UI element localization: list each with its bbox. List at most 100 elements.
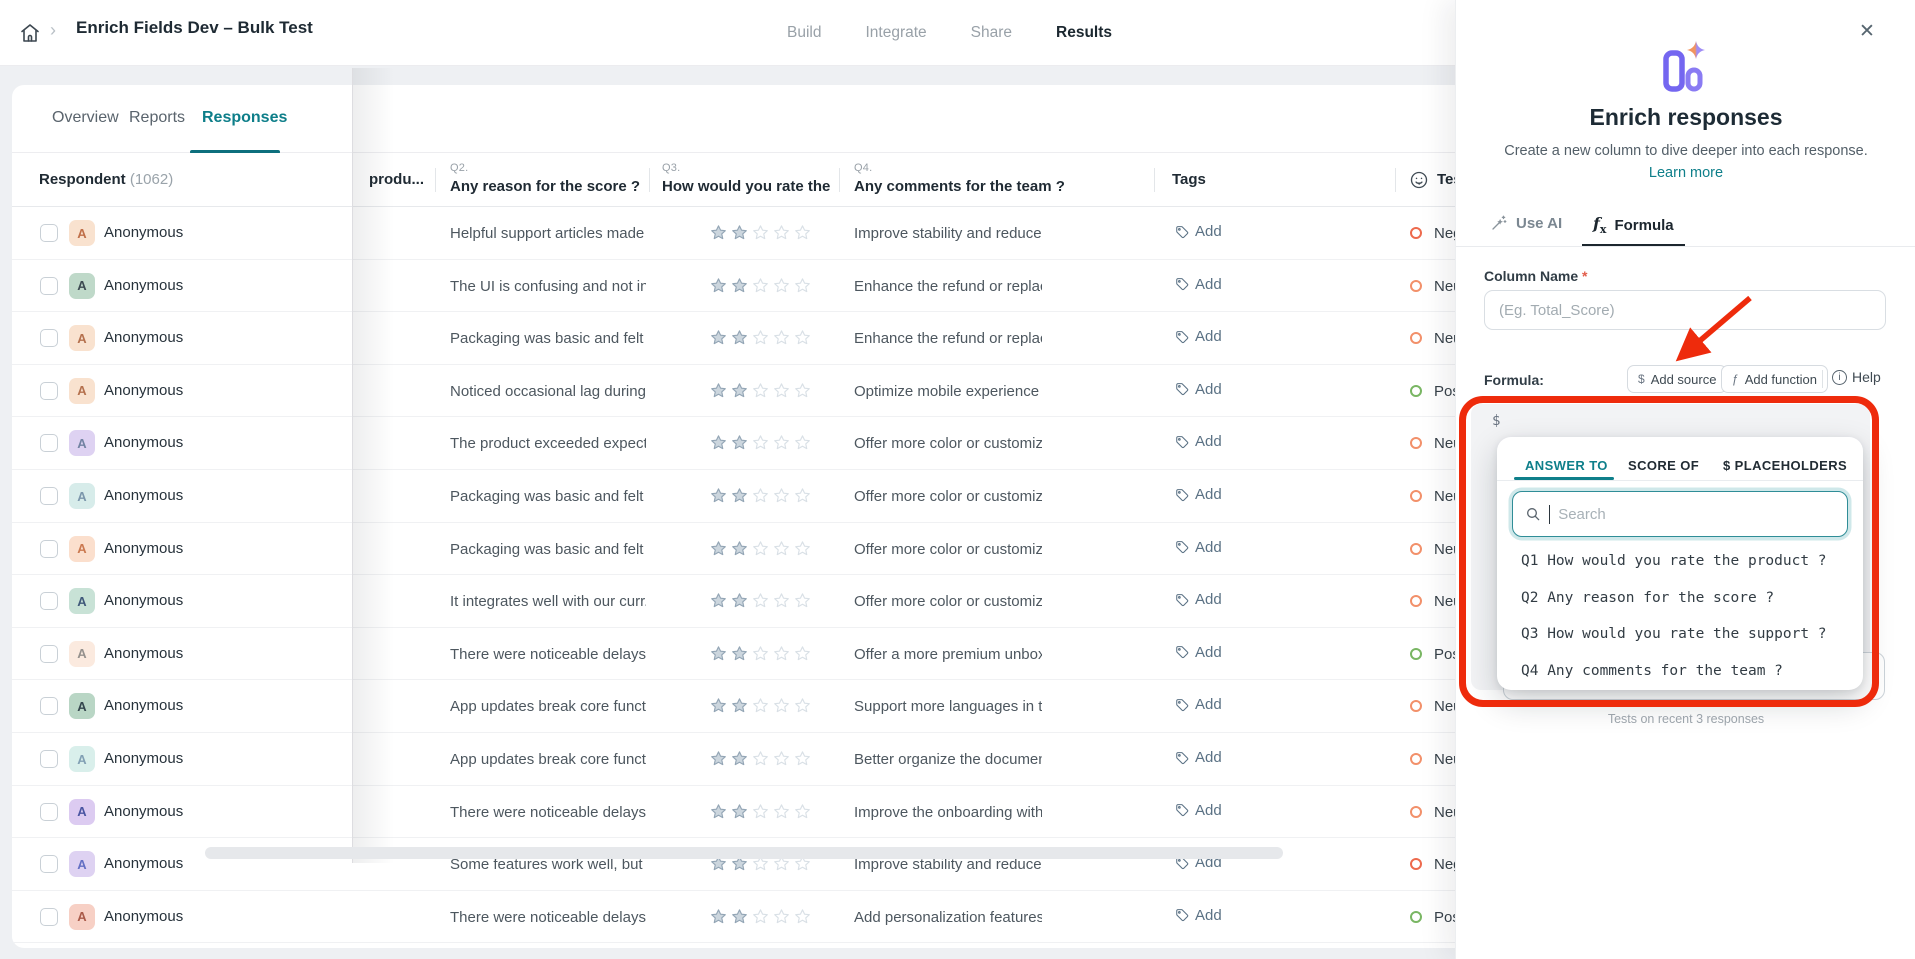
tab-formula[interactable]: fx Formula	[1593, 214, 1674, 236]
q2-answer-cell[interactable]: Noticed occasional lag during ...	[450, 383, 646, 400]
respondent-name[interactable]: Anonymous	[104, 224, 183, 241]
respondent-name[interactable]: Anonymous	[104, 750, 183, 767]
star-icon	[753, 698, 768, 713]
nav-share[interactable]: Share	[971, 24, 1012, 42]
row-checkbox[interactable]	[40, 644, 58, 663]
q2-answer-cell[interactable]: Helpful support articles made ...	[450, 225, 646, 242]
add-function-button[interactable]: ƒ Add function	[1721, 365, 1828, 393]
row-checkbox[interactable]	[40, 539, 58, 558]
q2-answer-cell[interactable]: Packaging was basic and felt u...	[450, 488, 646, 505]
respondent-name[interactable]: Anonymous	[104, 329, 183, 346]
q2-answer-cell[interactable]: App updates break core functi...	[450, 751, 646, 768]
row-checkbox[interactable]	[40, 697, 58, 716]
q4-answer-cell[interactable]: Offer a more premium unboxin...	[854, 646, 1042, 663]
q2-answer-cell[interactable]: Packaging was basic and felt u...	[450, 330, 646, 347]
respondent-name[interactable]: Anonymous	[104, 382, 183, 399]
q2-answer-cell[interactable]: There were noticeable delays ...	[450, 646, 646, 663]
dropdown-item[interactable]: Q3 How would you rate the support ?	[1521, 626, 1827, 642]
q4-answer-cell[interactable]: Improve the onboarding with v...	[854, 804, 1042, 821]
respondent-name[interactable]: Anonymous	[104, 277, 183, 294]
q2-answer-cell[interactable]: There were noticeable delays ...	[450, 804, 646, 821]
q4-answer-cell[interactable]: Offer more color or customizat...	[854, 488, 1042, 505]
row-checkbox[interactable]	[40, 329, 58, 348]
tab-reports[interactable]: Reports	[129, 109, 185, 127]
add-tag-button[interactable]: Add	[1175, 328, 1222, 345]
respondent-name[interactable]: Anonymous	[104, 908, 183, 925]
add-tag-button[interactable]: Add	[1175, 276, 1222, 293]
q2-answer-cell[interactable]: The product exceeded expect...	[450, 435, 646, 452]
search-placeholder: Search	[1558, 505, 1606, 523]
q2-answer-cell[interactable]: Packaging was basic and felt u...	[450, 541, 646, 558]
dropdown-item[interactable]: Q1 How would you rate the product ?	[1521, 553, 1827, 569]
q2-answer-cell[interactable]: It integrates well with our curr...	[450, 593, 646, 610]
nav-build[interactable]: Build	[787, 24, 821, 42]
respondent-name[interactable]: Anonymous	[104, 487, 183, 504]
learn-more-link[interactable]: Learn more	[1456, 165, 1915, 181]
row-checkbox[interactable]	[40, 802, 58, 821]
nav-integrate[interactable]: Integrate	[865, 24, 926, 42]
respondent-name[interactable]: Anonymous	[104, 540, 183, 557]
q2-answer-cell[interactable]: App updates break core functi...	[450, 698, 646, 715]
sentiment-dot	[1410, 542, 1422, 555]
column-name-input[interactable]	[1484, 290, 1886, 330]
dropdown-item[interactable]: Q4 Any comments for the team ?	[1521, 663, 1783, 679]
add-tag-button[interactable]: Add	[1175, 381, 1222, 398]
help-button[interactable]: i Help	[1832, 369, 1881, 385]
row-checkbox[interactable]	[40, 855, 58, 874]
close-icon[interactable]: ✕	[1859, 20, 1875, 43]
q4-answer-cell[interactable]: Improve stability and reduce c...	[854, 225, 1042, 242]
row-checkbox[interactable]	[40, 276, 58, 295]
q4-answer-cell[interactable]: Offer more color or customizat...	[854, 593, 1042, 610]
q4-answer-cell[interactable]: Better organize the document...	[854, 751, 1042, 768]
add-tag-button[interactable]: Add	[1175, 539, 1222, 556]
row-checkbox[interactable]	[40, 907, 58, 926]
q4-answer-cell[interactable]: Add personalization features f...	[854, 909, 1042, 926]
q2-answer-cell[interactable]: There were noticeable delays ...	[450, 909, 646, 926]
dropdown-tab-placeholders[interactable]: $ PLACEHOLDERS	[1723, 458, 1847, 473]
add-tag-button[interactable]: Add	[1175, 907, 1222, 924]
star-icon	[732, 803, 747, 818]
search-icon	[1527, 508, 1540, 521]
horizontal-scrollbar[interactable]	[205, 847, 1283, 859]
row-checkbox[interactable]	[40, 487, 58, 505]
respondent-name[interactable]: Anonymous	[104, 697, 183, 714]
tab-overview[interactable]: Overview	[52, 109, 119, 127]
row-checkbox[interactable]	[40, 434, 58, 453]
q4-answer-cell[interactable]: Enhance the refund or replace...	[854, 278, 1042, 295]
row-checkbox[interactable]	[40, 592, 58, 611]
add-tag-button[interactable]: Add	[1175, 802, 1222, 819]
dropdown-item[interactable]: Q2 Any reason for the score ?	[1521, 590, 1774, 606]
add-tag-button[interactable]: Add	[1175, 591, 1222, 608]
respondent-name[interactable]: Anonymous	[104, 803, 183, 820]
home-icon[interactable]	[18, 21, 42, 45]
q4-answer-cell[interactable]: Optimize mobile experience a...	[854, 383, 1042, 400]
tab-use-ai[interactable]: Use AI	[1490, 214, 1562, 232]
respondent-name[interactable]: Anonymous	[104, 855, 183, 872]
add-tag-button[interactable]: Add	[1175, 696, 1222, 713]
respondent-name[interactable]: Anonymous	[104, 434, 183, 451]
add-tag-button[interactable]: Add	[1175, 749, 1222, 766]
star-icon	[795, 277, 810, 292]
q4-answer-cell[interactable]: Offer more color or customizat...	[854, 435, 1042, 452]
dropdown-tab-score-of[interactable]: SCORE OF	[1628, 458, 1699, 473]
row-checkbox[interactable]	[40, 381, 58, 400]
nav-results[interactable]: Results	[1056, 24, 1112, 42]
dropdown-tab-answer-to[interactable]: ANSWER TO	[1525, 458, 1608, 473]
q4-answer-cell[interactable]: Support more languages in the...	[854, 698, 1042, 715]
row-checkbox[interactable]	[40, 750, 58, 768]
q4-answer-cell[interactable]: Offer more color or customizat...	[854, 541, 1042, 558]
dollar-icon: $	[1723, 458, 1731, 473]
tag-icon	[1176, 435, 1189, 448]
add-tag-button[interactable]: Add	[1175, 223, 1222, 240]
row-checkbox[interactable]	[40, 224, 58, 242]
tab-responses[interactable]: Responses	[202, 109, 287, 127]
add-tag-button[interactable]: Add	[1175, 486, 1222, 503]
add-tag-button[interactable]: Add	[1175, 433, 1222, 450]
add-tag-button[interactable]: Add	[1175, 644, 1222, 661]
q4-answer-cell[interactable]: Enhance the refund or replace...	[854, 330, 1042, 347]
add-source-button[interactable]: $ Add source	[1627, 365, 1728, 393]
respondent-name[interactable]: Anonymous	[104, 645, 183, 662]
respondent-name[interactable]: Anonymous	[104, 592, 183, 609]
q2-answer-cell[interactable]: The UI is confusing and not int...	[450, 278, 646, 295]
dropdown-search-input[interactable]: Search	[1512, 491, 1848, 537]
